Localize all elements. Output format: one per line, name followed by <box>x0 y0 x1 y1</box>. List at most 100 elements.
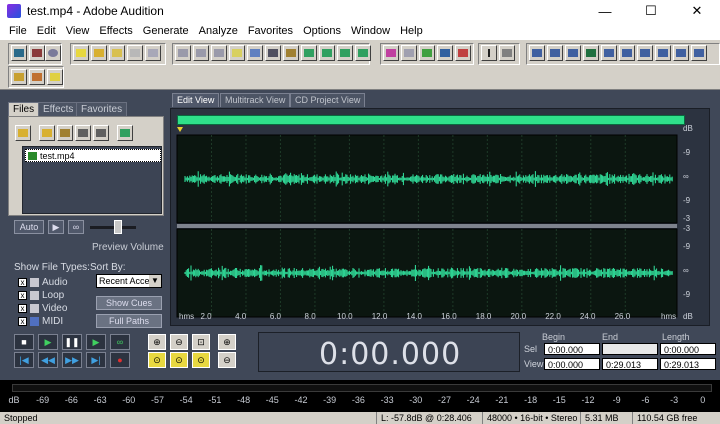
zoom-left-icon[interactable]: ⊙ <box>170 352 188 368</box>
menu-window[interactable]: Window <box>346 25 395 37</box>
show-cues-button[interactable]: Show Cues <box>96 296 162 310</box>
view-end-field[interactable]: 0:29.013 <box>602 358 658 370</box>
properties-icon[interactable] <box>145 45 161 61</box>
menu-view[interactable]: View <box>61 25 95 37</box>
zoom-in-vertical-icon[interactable]: ⊕ <box>218 334 236 350</box>
chevron-down-icon[interactable]: ▼ <box>149 275 161 287</box>
stop-button[interactable]: ■ <box>14 334 34 350</box>
file-type-midi[interactable]: x MIDI <box>18 315 63 327</box>
paste-icon[interactable] <box>283 45 299 61</box>
sel-length-field[interactable]: 0:00.000 <box>660 343 716 355</box>
spectral-view-icon[interactable] <box>383 45 399 61</box>
window-mixer-icon[interactable] <box>673 45 689 61</box>
preview-play-icon[interactable]: ▶ <box>48 220 64 234</box>
window-selection-icon[interactable] <box>637 45 653 61</box>
file-type-video[interactable]: x Video <box>18 302 67 314</box>
view-length-field[interactable]: 0:29.013 <box>660 358 716 370</box>
menu-options[interactable]: Options <box>298 25 346 37</box>
menu-analyze[interactable]: Analyze <box>194 25 243 37</box>
go-to-start-button[interactable]: |◀ <box>14 352 34 368</box>
window-files-icon[interactable] <box>529 45 545 61</box>
menu-help[interactable]: Help <box>395 25 428 37</box>
zoom-right-icon[interactable]: ⊙ <box>192 352 210 368</box>
window-toolbar-icon[interactable] <box>691 45 707 61</box>
save-all-icon[interactable] <box>127 45 143 61</box>
trim-icon[interactable] <box>337 45 353 61</box>
time-selection-icon[interactable] <box>481 45 497 61</box>
paste-new-icon[interactable] <box>301 45 317 61</box>
open-folder-icon[interactable] <box>39 125 55 141</box>
help-icon[interactable] <box>47 69 63 85</box>
rewind-button[interactable]: ◀◀ <box>38 352 58 368</box>
preview-volume-slider[interactable] <box>114 220 122 234</box>
marker-icon[interactable] <box>437 45 453 61</box>
open-file-icon[interactable] <box>91 45 107 61</box>
import-icon[interactable] <box>15 125 31 141</box>
autoplay-icon[interactable] <box>117 125 133 141</box>
repeat-icon[interactable] <box>211 45 227 61</box>
tab-files[interactable]: Files <box>8 102 40 117</box>
window-levels-icon[interactable] <box>655 45 671 61</box>
tab-edit-view[interactable]: Edit View <box>172 93 220 107</box>
menu-generate[interactable]: Generate <box>138 25 194 37</box>
menu-file[interactable]: File <box>4 25 32 37</box>
file-type-audio[interactable]: x Audio <box>18 276 68 288</box>
window-effects-icon[interactable] <box>547 45 563 61</box>
tab-multitrack-view[interactable]: Multitrack View <box>220 93 291 107</box>
pause-button[interactable]: ❚❚ <box>62 334 82 350</box>
zoom-out-vertical-icon[interactable]: ⊖ <box>218 352 236 368</box>
settings-icon[interactable] <box>11 69 27 85</box>
window-favorites-icon[interactable] <box>565 45 581 61</box>
zoom-to-selection-icon[interactable]: ⊙ <box>148 352 166 368</box>
close-file-icon[interactable] <box>57 125 73 141</box>
maximize-button[interactable]: ☐ <box>628 0 674 22</box>
waveform-view-icon[interactable] <box>11 45 27 61</box>
window-zoom-icon[interactable] <box>619 45 635 61</box>
tab-cd-project-view[interactable]: CD Project View <box>290 93 366 107</box>
sort-by-select[interactable]: Recent Acce ▼ <box>96 274 162 288</box>
file-type-loop[interactable]: x Loop <box>18 289 64 301</box>
play-button[interactable]: ▶ <box>38 334 58 350</box>
multitrack-view-icon[interactable] <box>29 45 45 61</box>
sel-end-field[interactable] <box>602 343 658 355</box>
redo-icon[interactable] <box>193 45 209 61</box>
cut-icon[interactable] <box>265 45 281 61</box>
window-time-icon[interactable] <box>601 45 617 61</box>
zoom-out-horizontal-icon[interactable]: ⊖ <box>170 334 188 350</box>
frequency-icon[interactable] <box>401 45 417 61</box>
delete-silence-icon[interactable] <box>355 45 371 61</box>
loop-preview-icon[interactable]: ∞ <box>68 220 84 234</box>
zoom-in-horizontal-icon[interactable]: ⊕ <box>148 334 166 350</box>
checkbox-icon[interactable]: x <box>18 290 27 300</box>
play-file-icon[interactable] <box>75 125 91 141</box>
go-to-end-button[interactable]: ▶| <box>86 352 106 368</box>
copy-to-new-icon[interactable] <box>247 45 263 61</box>
tab-effects[interactable]: Effects <box>38 102 79 116</box>
menu-favorites[interactable]: Favorites <box>243 25 298 37</box>
full-paths-button[interactable]: Full Paths <box>96 314 162 328</box>
playhead-marker[interactable] <box>177 127 183 132</box>
insert-icon[interactable] <box>93 125 109 141</box>
save-icon[interactable] <box>109 45 125 61</box>
close-button[interactable]: ✕ <box>674 0 720 22</box>
fast-forward-button[interactable]: ▶▶ <box>62 352 82 368</box>
undo-icon[interactable] <box>175 45 191 61</box>
grid-icon[interactable] <box>419 45 435 61</box>
tab-favorites[interactable]: Favorites <box>76 102 128 116</box>
window-transport-icon[interactable] <box>583 45 599 61</box>
play-to-end-button[interactable]: ▶ <box>86 334 106 350</box>
marquee-icon[interactable] <box>499 45 515 61</box>
analysis-icon[interactable] <box>455 45 471 61</box>
copy-icon[interactable] <box>229 45 245 61</box>
file-item[interactable]: test.mp4 <box>25 149 161 162</box>
zoom-full-icon[interactable]: ⊡ <box>192 334 210 350</box>
waveform-canvas[interactable]: dB -9 ∞ -9 -3-3 -9 ∞ -9 dB hms hms 2.0 4.0 6.0 8.0 10.0… <box>171 109 711 327</box>
view-begin-field[interactable]: 0:00.000 <box>544 358 600 370</box>
sel-begin-field[interactable]: 0:00.000 <box>544 343 600 355</box>
minimize-button[interactable]: — <box>582 0 628 22</box>
auto-play-button[interactable]: Auto <box>14 220 44 234</box>
checkbox-icon[interactable]: x <box>18 303 27 313</box>
mix-paste-icon[interactable] <box>319 45 335 61</box>
loop-button[interactable]: ∞ <box>110 334 130 350</box>
checkbox-icon[interactable]: x <box>18 316 27 326</box>
